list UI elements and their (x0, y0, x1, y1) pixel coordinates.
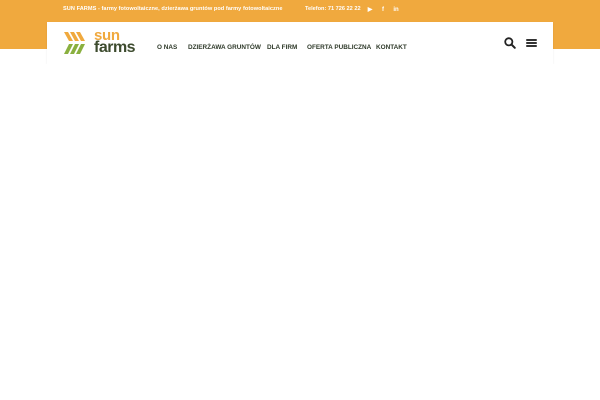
menu-item-kontakt[interactable]: KONTAKT (376, 44, 407, 51)
facebook-icon[interactable]: f (379, 6, 387, 14)
menu-item-o-nas[interactable]: O NAS (157, 44, 177, 51)
hamburger-line (526, 42, 537, 44)
page-content (0, 64, 600, 400)
menu-item-dla-firm[interactable]: DLA FIRM (267, 44, 297, 51)
youtube-icon[interactable]: ▶ (366, 6, 374, 14)
main-navbar: sun farms O NAS DZIERŻAWA GRUNTÓW DLA FI… (47, 22, 553, 64)
linkedin-icon[interactable]: in (392, 6, 400, 14)
top-bar-tagline: SUN FARMS - farmy fotowoltaiczne, dzierż… (63, 6, 283, 12)
search-icon[interactable] (503, 36, 517, 50)
top-bar-phone[interactable]: Telefon: 71 726 22 22 (305, 6, 361, 12)
menu-item-oferta-publiczna[interactable]: OFERTA PUBLICZNA (307, 44, 371, 51)
hamburger-line (526, 39, 537, 41)
menu-item-dzierzawa-gruntow[interactable]: DZIERŻAWA GRUNTÓW (188, 44, 261, 51)
hamburger-line (526, 45, 537, 47)
hamburger-menu-icon[interactable] (525, 37, 539, 49)
main-menu: O NAS DZIERŻAWA GRUNTÓW DLA FIRM OFERTA … (47, 22, 553, 64)
